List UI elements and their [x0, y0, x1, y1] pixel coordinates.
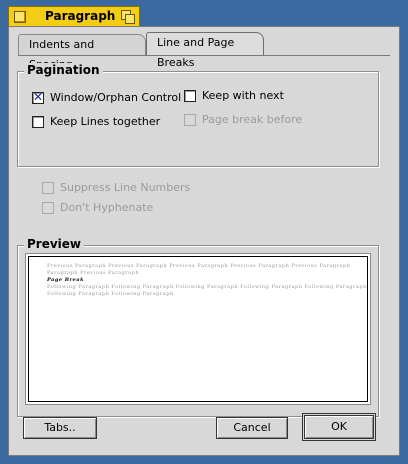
pagination-group: Pagination ✕ Window/Orphan Control Keep …	[17, 63, 379, 167]
keep-lines-box[interactable]	[32, 115, 44, 128]
preview-line-current: Page Break	[47, 277, 85, 283]
tab-panel-border	[18, 55, 390, 56]
widow-orphan-box[interactable]: ✕	[32, 89, 44, 104]
tab-indents-spacing[interactable]: Indents and Spacing	[18, 34, 146, 71]
page-break-box[interactable]	[184, 113, 196, 126]
page-break-checkbox[interactable]: Page break before	[184, 113, 302, 126]
keep-next-checkbox[interactable]: Keep with next	[184, 89, 284, 102]
window-menu-icon[interactable]	[14, 11, 26, 23]
preview-group: Preview Previous Paragraph Previous Para…	[17, 237, 379, 417]
tab-line-page-breaks[interactable]: Line and Page Breaks	[146, 32, 264, 69]
check-x-icon: ✕	[33, 89, 44, 104]
suppress-box[interactable]	[42, 181, 54, 194]
suppress-line-numbers-checkbox[interactable]: Suppress Line Numbers	[42, 181, 190, 194]
suppress-label: Suppress Line Numbers	[60, 181, 191, 194]
ok-button[interactable]: OK	[304, 415, 374, 439]
preview-line: Previous Paragraph Previous Paragraph Pr…	[47, 263, 351, 269]
zoom-icon[interactable]	[121, 10, 135, 24]
window-title-tab[interactable]: Paragraph	[8, 6, 140, 27]
cancel-button[interactable]: Cancel	[216, 417, 288, 439]
tabs-button[interactable]: Tabs..	[23, 417, 97, 439]
widow-orphan-checkbox[interactable]: ✕ Window/Orphan Control	[32, 89, 182, 104]
preview-pane: Previous Paragraph Previous Paragraph Pr…	[28, 256, 368, 402]
widow-orphan-label: Window/Orphan Control	[50, 91, 182, 104]
keep-lines-checkbox[interactable]: Keep Lines together	[32, 115, 160, 128]
preview-title: Preview	[24, 237, 85, 251]
keep-next-box[interactable]	[184, 89, 196, 102]
preview-line: Following Paragraph Following Paragraph …	[47, 284, 367, 290]
keep-lines-label: Keep Lines together	[50, 115, 161, 128]
keep-next-label: Keep with next	[202, 89, 284, 102]
hyphenate-box[interactable]	[42, 201, 54, 214]
paragraph-dialog: Indents and Spacing Line and Page Breaks…	[8, 26, 400, 456]
preview-line: Paragraph Previous Paragraph	[47, 270, 140, 276]
page-break-label: Page break before	[202, 113, 303, 126]
hyphenate-label: Don't Hyphenate	[60, 201, 154, 214]
dont-hyphenate-checkbox[interactable]: Don't Hyphenate	[42, 201, 153, 214]
preview-line: Following Paragraph Following Paragraph	[47, 291, 174, 297]
pagination-title: Pagination	[24, 63, 103, 77]
window-title: Paragraph	[45, 9, 116, 23]
